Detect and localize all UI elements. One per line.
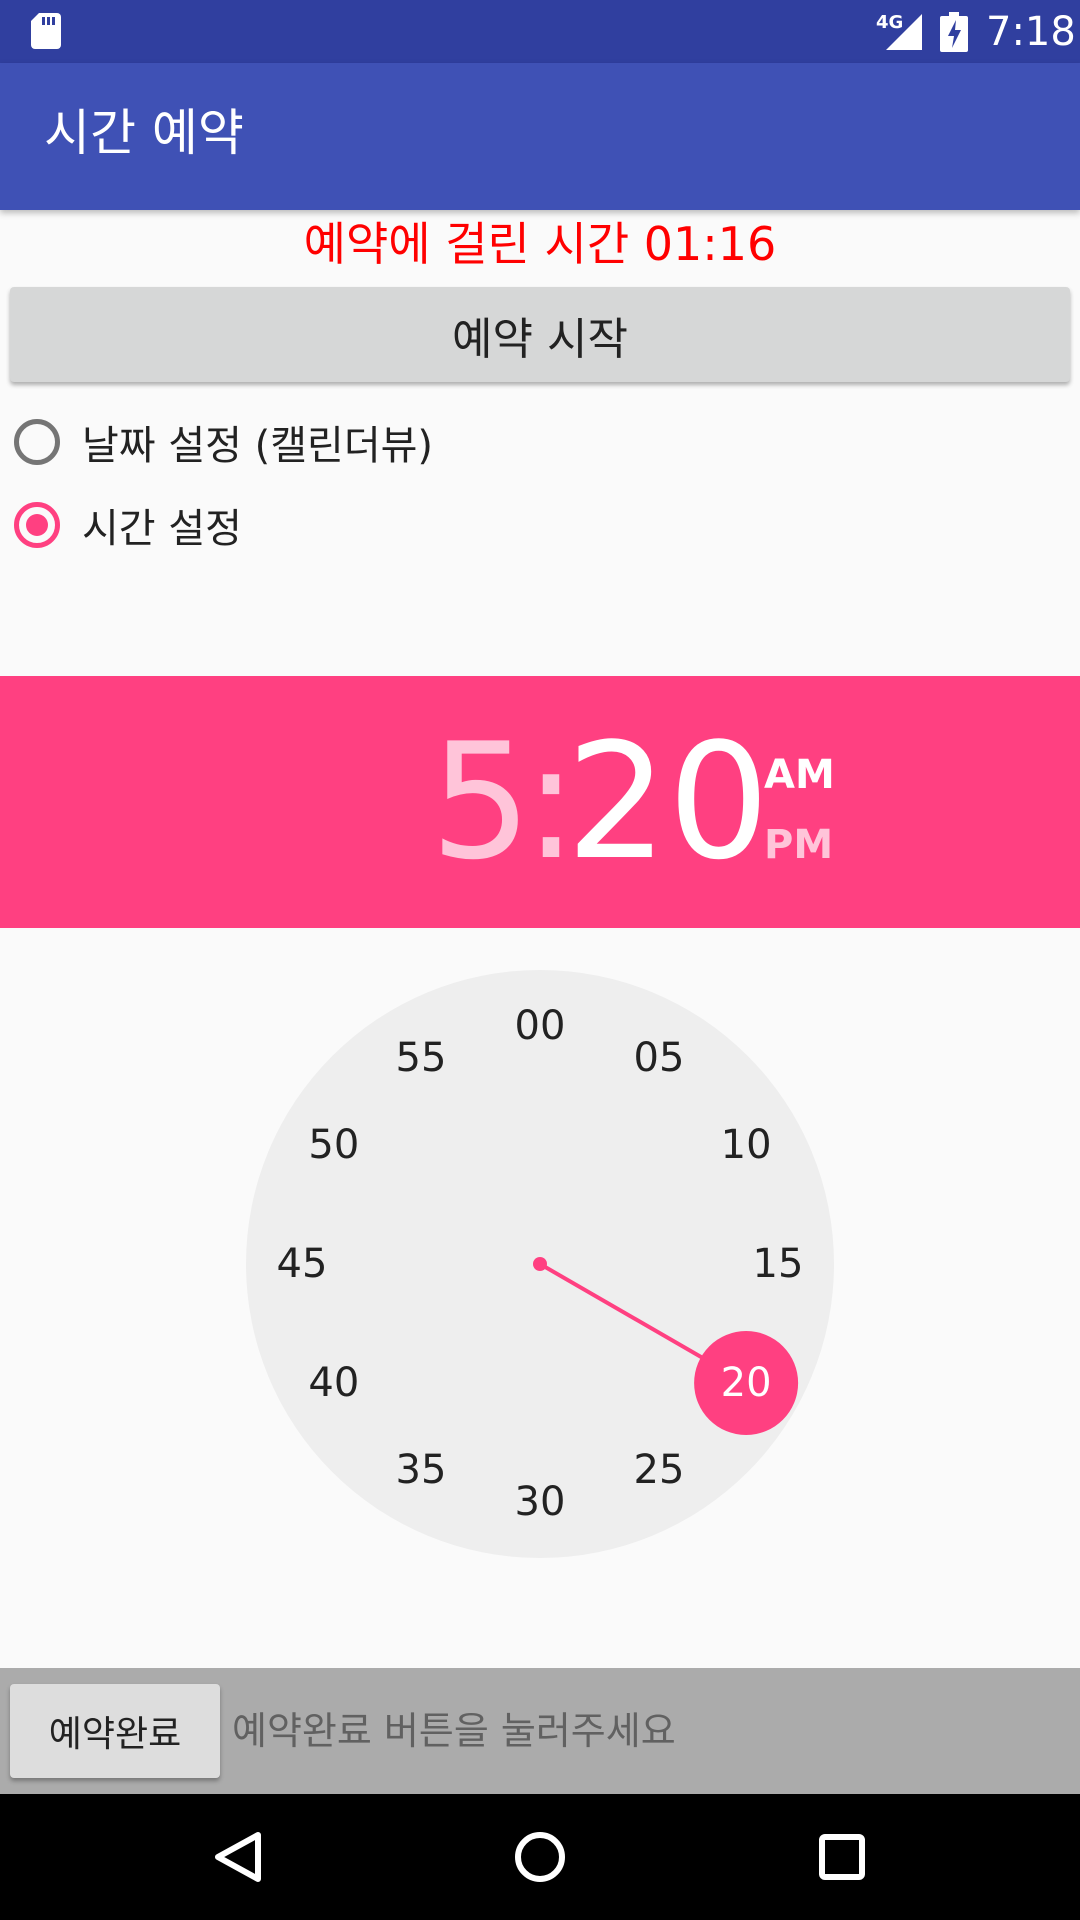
hint-text: 예약완료 버튼을 눌러주세요	[232, 1709, 676, 1753]
status-clock: 7:18	[986, 9, 1076, 55]
minute-dial[interactable]: 00 05 10 15 20 25 30 35 40 45 50 55	[246, 970, 834, 1558]
start-reservation-button[interactable]: 예약 시작	[10, 287, 1070, 382]
status-bar: 4G 7:18	[0, 0, 1080, 63]
dial-label-15[interactable]: 15	[753, 1241, 804, 1287]
app-bar: 시간 예약	[0, 63, 1080, 210]
radio-unchecked-icon[interactable]	[14, 419, 60, 465]
radio-time-label: 시간 설정	[82, 506, 242, 552]
dial-label-25[interactable]: 25	[634, 1447, 685, 1493]
dial-label-35[interactable]: 35	[396, 1447, 447, 1493]
pm-toggle[interactable]: PM	[764, 822, 833, 868]
navigation-bar	[0, 1794, 1080, 1920]
back-icon[interactable]	[198, 1817, 278, 1897]
signal-icon	[886, 14, 922, 50]
sd-card-icon	[31, 13, 61, 49]
dial-label-45[interactable]: 45	[277, 1241, 328, 1287]
dial-label-05[interactable]: 05	[634, 1035, 685, 1081]
dial-label-40[interactable]: 40	[308, 1360, 359, 1406]
dial-label-10[interactable]: 10	[721, 1122, 772, 1168]
dial-label-30[interactable]: 30	[515, 1479, 566, 1525]
reservation-done-button[interactable]: 예약완료	[10, 1684, 220, 1778]
dial-label-50[interactable]: 50	[308, 1122, 359, 1168]
radio-selected-dot	[26, 514, 48, 536]
dial-label-00[interactable]: 00	[515, 1003, 566, 1049]
dial-label-55[interactable]: 55	[396, 1035, 447, 1081]
am-toggle[interactable]: AM	[764, 752, 835, 798]
app-title: 시간 예약	[44, 104, 244, 162]
radio-time-setting[interactable]: 시간 설정	[14, 496, 242, 554]
recents-icon[interactable]	[802, 1817, 882, 1897]
dial-label-20[interactable]: 20	[721, 1360, 772, 1406]
radio-checked-icon[interactable]	[14, 502, 60, 548]
battery-charging-icon	[940, 12, 968, 52]
home-icon[interactable]	[500, 1817, 580, 1897]
elapsed-time-text: 예약에 걸린 시간 01:16	[303, 217, 777, 271]
dial-center-dot	[533, 1257, 547, 1271]
time-picker-hour[interactable]: 5	[430, 712, 532, 892]
radio-date-label: 날짜 설정 (캘린더뷰)	[82, 423, 434, 469]
radio-date-setting[interactable]: 날짜 설정 (캘린더뷰)	[14, 413, 433, 471]
time-picker-minute[interactable]: 20	[566, 712, 770, 892]
